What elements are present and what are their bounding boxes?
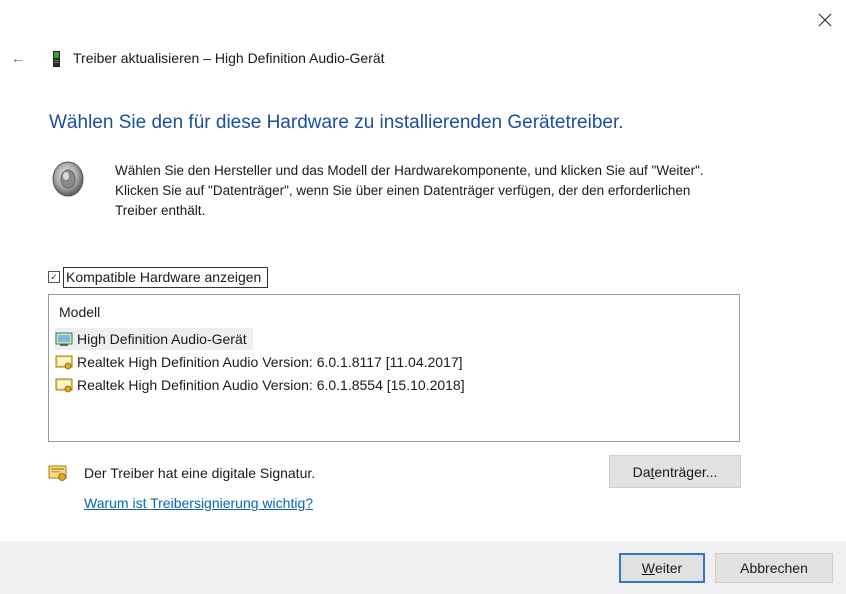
next-accesskey: W <box>641 560 655 576</box>
next-button[interactable]: Weiter <box>619 553 705 583</box>
driver-signing-help-link[interactable]: Warum ist Treibersignierung wichtig? <box>84 495 313 511</box>
list-item-label: Realtek High Definition Audio Version: 6… <box>77 377 465 393</box>
list-item-label: Realtek High Definition Audio Version: 6… <box>77 354 463 370</box>
list-item-label: High Definition Audio-Gerät <box>77 331 247 347</box>
list-item-model[interactable]: Realtek High Definition Audio Version: 6… <box>55 351 469 373</box>
signature-status-text: Der Treiber hat eine digitale Signatur. <box>84 465 316 481</box>
have-disk-label-post: enträger... <box>654 463 718 480</box>
page-heading: Wählen Sie den für diese Hardware zu ins… <box>49 112 624 133</box>
back-button[interactable]: ← <box>8 48 28 68</box>
close-button[interactable] <box>810 6 840 34</box>
compatible-hardware-label[interactable]: Kompatible Hardware anzeigen <box>63 266 269 288</box>
cancel-button[interactable]: Abbrechen <box>715 553 833 583</box>
audio-device-icon <box>55 332 73 346</box>
speaker-icon <box>52 161 84 197</box>
back-arrow-icon: ← <box>11 50 25 66</box>
footer-bar: Weiter Abbrechen <box>0 541 846 594</box>
compatible-hardware-checkbox-row[interactable]: ✓ Kompatible Hardware anzeigen <box>48 265 269 289</box>
compatible-hardware-checkbox[interactable]: ✓ <box>48 271 60 283</box>
close-icon <box>818 13 832 27</box>
list-item-model[interactable]: High Definition Audio-Gerät <box>55 328 253 350</box>
device-manager-icon <box>53 51 60 67</box>
model-list[interactable]: Modell High Definition Audio-Gerät Realt… <box>48 294 740 442</box>
certified-driver-icon <box>55 355 73 370</box>
have-disk-label-pre: Da <box>632 463 651 480</box>
certified-driver-icon <box>55 378 73 393</box>
certificate-icon <box>48 465 67 481</box>
instructions-text: Wählen Sie den Hersteller und das Modell… <box>115 163 704 218</box>
next-label-post: eiter <box>654 560 683 576</box>
list-item-model[interactable]: Realtek High Definition Audio Version: 6… <box>55 374 471 396</box>
list-header-model: Modell <box>59 304 101 320</box>
window-title: Treiber aktualisieren – High Definition … <box>73 50 385 66</box>
have-disk-button[interactable]: Da t enträger... <box>609 455 741 488</box>
